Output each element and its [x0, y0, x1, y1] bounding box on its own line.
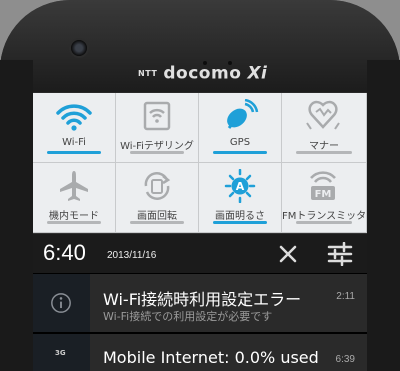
- tile-state-bar: [130, 221, 184, 224]
- quick-settings-panel: Wi-Fi Wi-Fiテザリング GPS マナー 機内モード 画面回転 A 画面…: [33, 93, 367, 233]
- notification-item[interactable]: Wi-Fi接続時利用設定エラー Wi-Fi接続での利用設定が必要です 2:11: [33, 274, 367, 332]
- tethering-icon: [143, 101, 171, 131]
- notification-time: 2:11: [336, 291, 355, 302]
- settings-sliders-icon[interactable]: [327, 242, 353, 266]
- tile-wifi[interactable]: Wi-Fi: [33, 93, 116, 163]
- rotate-icon: [144, 172, 171, 200]
- brightness-icon: A: [224, 169, 256, 203]
- tile-label: マナー: [309, 141, 339, 152]
- phone-left-bezel: [0, 60, 33, 371]
- tile-fm-transmitter[interactable]: FM FMトランスミッタ: [282, 163, 367, 233]
- tile-state-bar: [47, 221, 101, 224]
- notification-time: 6:39: [335, 354, 355, 365]
- tile-state-bar: [296, 221, 352, 224]
- notification-title: Mobile Internet: 0.0% used: [103, 348, 319, 367]
- brand-suffix: Xi: [247, 63, 268, 84]
- notification-item[interactable]: 3G Mobile Internet: 0.0% used 6:39: [33, 334, 367, 371]
- tile-label: 画面回転: [137, 211, 177, 222]
- tile-state-bar: [296, 151, 352, 154]
- screen: Wi-Fi Wi-Fiテザリング GPS マナー 機内モード 画面回転 A 画面…: [33, 93, 367, 371]
- tile-state-bar: [47, 151, 101, 154]
- tile-state-bar: [213, 151, 267, 154]
- tile-state-bar: [130, 151, 184, 154]
- airplane-icon: [60, 171, 88, 201]
- phone-right-bezel: [367, 60, 400, 371]
- notification-thumb: 3G: [33, 334, 90, 371]
- tile-state-bar: [213, 221, 267, 224]
- notification-title: Wi-Fi接続時利用設定エラー: [103, 290, 302, 309]
- tile-label: Wi-Fiテザリング: [120, 141, 194, 152]
- wifi-icon: [56, 104, 92, 131]
- gps-icon: [227, 99, 259, 129]
- brand-name: docomo: [163, 63, 242, 84]
- notification-header: 6:40 2013/11/16: [33, 233, 367, 273]
- tile-label: 機内モード: [49, 211, 99, 222]
- front-camera-icon: [69, 38, 89, 58]
- tile-label: FMトランスミッタ: [282, 211, 367, 222]
- tile-manner-mode[interactable]: マナー: [282, 93, 367, 163]
- tile-gps[interactable]: GPS: [199, 93, 282, 163]
- tile-wifi-tethering[interactable]: Wi-Fiテザリング: [116, 93, 199, 163]
- manner-mode-icon: [306, 100, 340, 130]
- tile-label: 画面明るさ: [215, 211, 265, 222]
- fm-transmitter-icon: FM: [310, 171, 336, 200]
- 3g-icon: 3G: [55, 349, 66, 357]
- date: 2013/11/16: [107, 250, 157, 261]
- tile-label: GPS: [229, 137, 251, 148]
- svg-text:FM: FM: [315, 189, 332, 200]
- tile-brightness[interactable]: A 画面明るさ: [199, 163, 282, 233]
- tile-airplane-mode[interactable]: 機内モード: [33, 163, 116, 233]
- brand-prefix: NTT: [138, 69, 158, 78]
- info-icon: [51, 293, 71, 313]
- svg-text:A: A: [236, 180, 245, 193]
- close-icon[interactable]: [277, 243, 299, 265]
- brand-logo: NTT docomo Xi: [138, 63, 267, 84]
- tile-screen-rotation[interactable]: 画面回転: [116, 163, 199, 233]
- tile-label: Wi-Fi: [62, 137, 86, 148]
- notification-thumb: [33, 274, 90, 332]
- clock: 6:40: [43, 240, 86, 265]
- notification-subtitle: Wi-Fi接続での利用設定が必要です: [103, 310, 273, 323]
